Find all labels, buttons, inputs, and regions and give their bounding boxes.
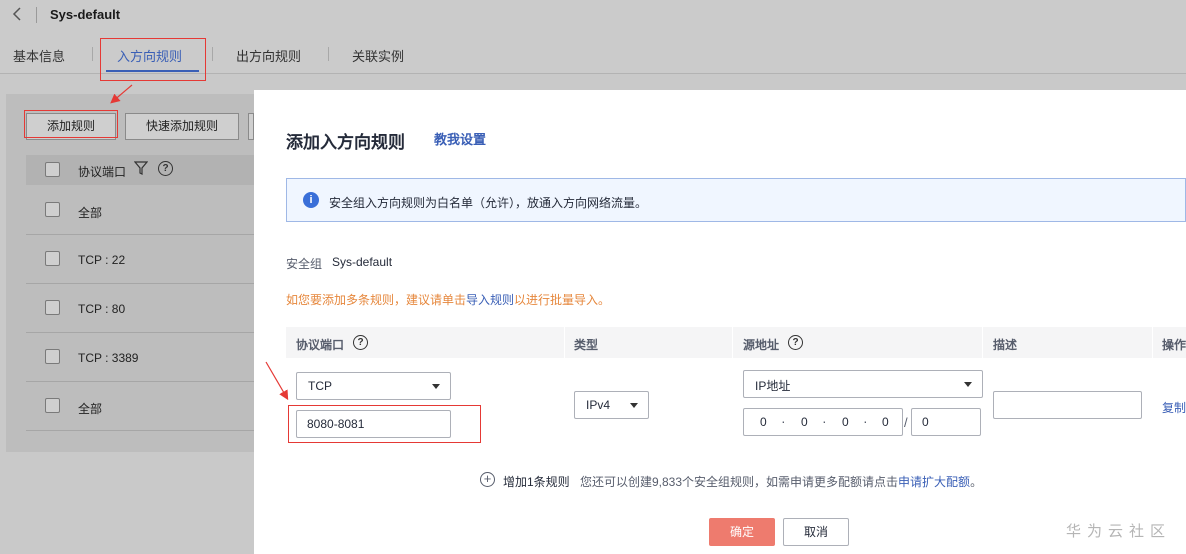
tab-outbound-rules[interactable]: 出方向规则 — [236, 46, 301, 65]
row-label: TCP : 3389 — [78, 351, 139, 365]
import-hint: 如您要添加多条规则，建议请单击导入规则以进行批量导入。 — [286, 291, 610, 308]
help-icon[interactable]: ? — [158, 161, 173, 176]
row-checkbox[interactable] — [45, 398, 60, 413]
column-divider — [732, 327, 733, 358]
info-text: 安全组入方向规则为白名单（允许），放通入方向网络流量。 — [329, 196, 648, 210]
request-quota-link[interactable]: 申请扩大配额 — [898, 475, 970, 489]
info-banner: i 安全组入方向规则为白名单（允许），放通入方向网络流量。 — [286, 178, 1186, 222]
row-checkbox[interactable] — [45, 251, 60, 266]
hint-suffix: 以进行批量导入。 — [514, 293, 611, 307]
row-label: TCP : 22 — [78, 253, 126, 267]
description-input[interactable] — [993, 391, 1142, 419]
tab-divider — [212, 47, 213, 61]
ip-dot: · — [781, 413, 786, 429]
column-protocol-port: 协议端口 — [78, 165, 127, 179]
ip-dot: · — [822, 413, 827, 429]
watermark: 华为云社区 — [1066, 523, 1172, 540]
tab-divider — [92, 47, 93, 61]
ip-octet: 0 — [842, 415, 849, 429]
column-type: 类型 — [574, 338, 599, 352]
table-row: 全部 — [26, 186, 254, 235]
hint-prefix: 如您要添加多条规则，建议请单击 — [286, 293, 467, 307]
copy-rule-link[interactable]: 复制 — [1162, 399, 1186, 416]
dialog-title: 添加入方向规则 — [286, 133, 405, 152]
help-link[interactable]: 教我设置 — [434, 129, 486, 148]
protocol-value: TCP — [308, 379, 332, 393]
column-operation: 操作 — [1162, 338, 1186, 352]
source-type-value: IP地址 — [755, 379, 791, 393]
annotation-box-port — [288, 405, 481, 443]
ip-octet: 0 — [882, 415, 889, 429]
column-source: 源地址 — [743, 338, 780, 352]
column-protocol-port: 协议端口 — [296, 338, 345, 352]
column-divider — [564, 327, 565, 358]
add-one-rule-link[interactable]: 增加1条规则 — [503, 473, 570, 490]
divider — [36, 7, 37, 23]
ip-type-select[interactable]: IPv4 — [574, 391, 649, 419]
table-row: 全部 — [26, 382, 254, 431]
row-checkbox[interactable] — [45, 349, 60, 364]
mask-separator: / — [904, 415, 908, 430]
chevron-down-icon — [630, 403, 638, 408]
security-group-label: 安全组 — [286, 257, 323, 271]
cancel-button[interactable]: 取消 — [783, 518, 849, 546]
rule-table-header: 协议端口 ? 类型 源地址 ? 描述 操作 — [286, 327, 1186, 358]
tab-divider — [328, 47, 329, 61]
table-row: TCP : 3389 — [26, 333, 254, 382]
chevron-left-icon[interactable] — [10, 5, 26, 23]
table-row: TCP : 22 — [26, 235, 254, 284]
quota-text: 您还可以创建9,833个安全组规则，如需申请更多配额请点击申请扩大配额。 — [580, 473, 982, 490]
ip-octet: 0 — [760, 415, 767, 429]
ip-dot: · — [863, 413, 868, 429]
table-row: TCP : 80 — [26, 284, 254, 333]
annotation-box-tab — [100, 38, 206, 81]
quota-suffix: 。 — [970, 475, 983, 489]
select-all-checkbox[interactable] — [45, 162, 60, 177]
protocol-select[interactable]: TCP — [296, 372, 451, 400]
chevron-down-icon — [964, 382, 972, 387]
import-rules-link[interactable]: 导入规则 — [466, 293, 514, 307]
ip-type-value: IPv4 — [586, 398, 611, 412]
column-divider — [982, 327, 983, 358]
source-type-select[interactable]: IP地址 — [743, 370, 983, 398]
security-group-value: Sys-default — [332, 255, 393, 269]
quick-add-rule-button[interactable]: 快速添加规则 — [125, 113, 239, 140]
column-description: 描述 — [993, 338, 1018, 352]
confirm-button[interactable]: 确定 — [709, 518, 775, 546]
page-title: Sys-default — [50, 7, 121, 22]
tab-associated-instances[interactable]: 关联实例 — [352, 46, 404, 65]
annotation-box-add-rule — [24, 110, 118, 138]
chevron-down-icon — [432, 384, 440, 389]
help-icon[interactable]: ? — [788, 335, 803, 350]
row-label: 全部 — [78, 206, 103, 220]
ip-octet: 0 — [801, 415, 808, 429]
column-divider — [1152, 327, 1153, 358]
row-checkbox[interactable] — [45, 300, 60, 315]
ip-address-input[interactable]: 0 · 0 · 0 · 0 — [743, 408, 903, 436]
tab-basic-info[interactable]: 基本信息 — [13, 46, 65, 65]
filter-icon[interactable] — [133, 161, 149, 175]
info-icon: i — [303, 192, 319, 208]
add-circle-icon[interactable]: + — [480, 472, 495, 487]
row-label: 全部 — [78, 402, 103, 416]
top-bar: Sys-default — [0, 0, 1186, 30]
mask-input[interactable]: 0 — [911, 408, 981, 436]
quota-prefix: 您还可以创建9,833个安全组规则，如需申请更多配额请点击 — [580, 475, 899, 489]
row-checkbox[interactable] — [45, 202, 60, 217]
help-icon[interactable]: ? — [353, 335, 368, 350]
row-label: TCP : 80 — [78, 302, 126, 316]
add-inbound-rule-dialog: 添加入方向规则 教我设置 i 安全组入方向规则为白名单（允许），放通入方向网络流… — [254, 90, 1186, 554]
